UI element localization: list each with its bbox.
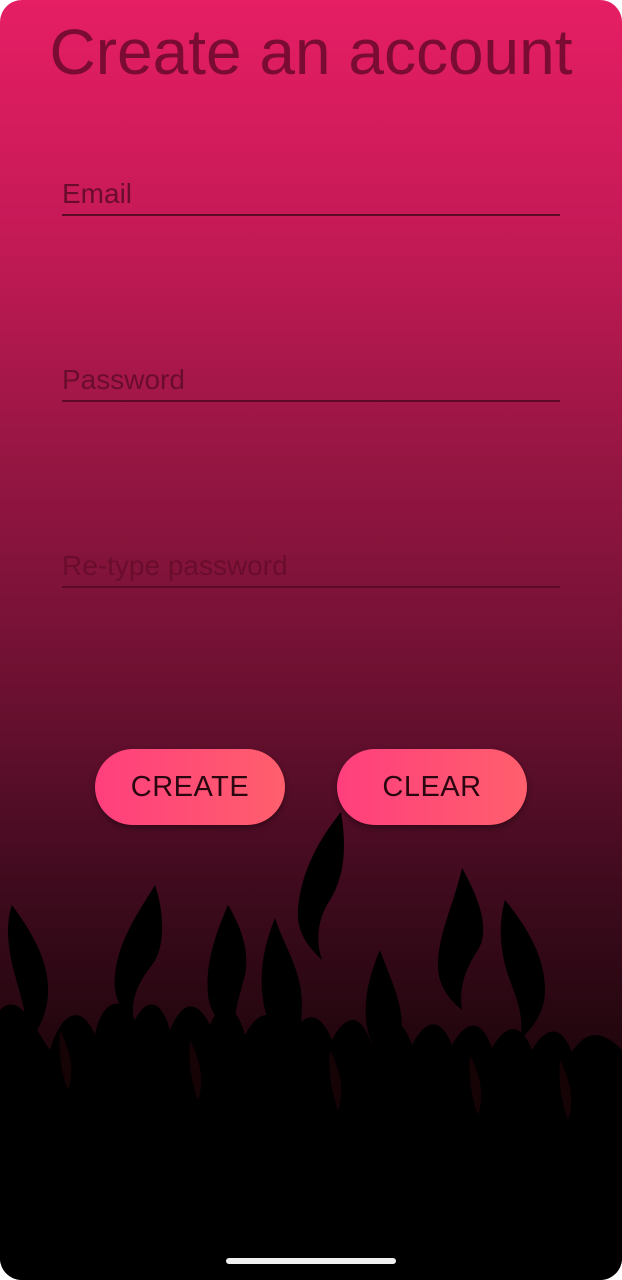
page-title: Create an account xyxy=(49,16,573,88)
create-button[interactable]: CREATE xyxy=(95,749,285,825)
retype-password-input[interactable] xyxy=(62,550,560,582)
clear-button[interactable]: CLEAR xyxy=(337,749,527,825)
retype-password-field[interactable] xyxy=(62,538,560,588)
password-field[interactable] xyxy=(62,352,560,402)
email-field[interactable] xyxy=(62,166,560,216)
home-indicator[interactable] xyxy=(226,1258,396,1264)
email-input[interactable] xyxy=(62,178,560,210)
password-input[interactable] xyxy=(62,364,560,396)
flames-decoration xyxy=(0,812,622,1280)
create-account-screen: Create an account Email CREATE CLEAR xyxy=(0,0,622,1280)
